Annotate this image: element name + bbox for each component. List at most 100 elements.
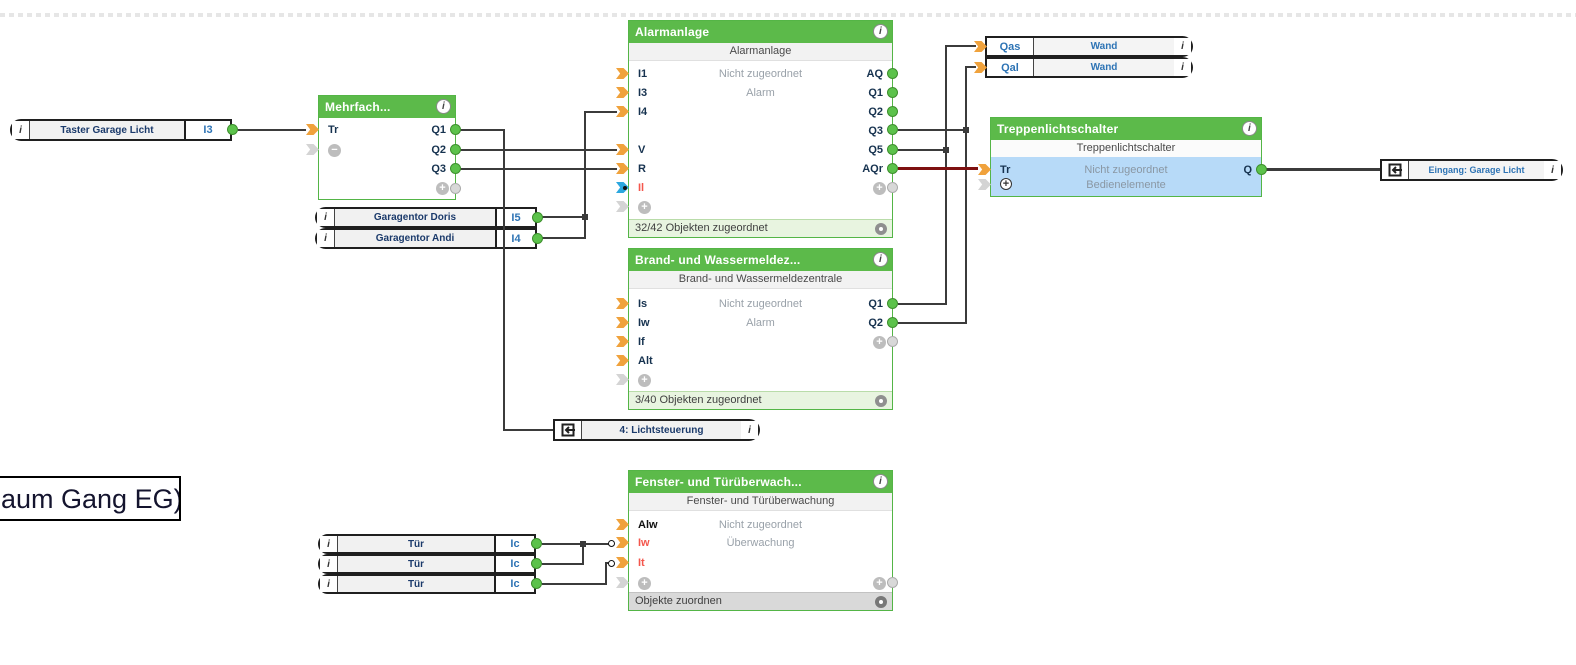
wire-q2-to-v[interactable] [460,149,617,151]
wire-netB-to-qal[interactable] [965,66,976,68]
input-block-tuer-2[interactable]: i Tür Ic [318,554,536,574]
page-ref-lichtsteuerung[interactable]: 4: Lichtsteuerung i [553,419,760,441]
output-connector-q1[interactable] [450,124,461,135]
output-block-qas-wand[interactable]: Qas Wand i [985,36,1193,57]
output-connector-q2[interactable] [450,144,461,155]
info-icon[interactable]: i [320,576,337,592]
input-block-tuer-3[interactable]: i Tür Ic [318,574,536,594]
input-block-tuer-1[interactable]: i Tür Ic [318,534,536,554]
info-icon[interactable]: i [317,209,334,226]
add-input-icon[interactable]: + [638,577,651,590]
wire-netA-vertical[interactable] [945,46,947,305]
add-output-icon[interactable]: + [873,577,886,590]
output-connector[interactable] [532,233,543,244]
output-connector-q3[interactable] [887,124,898,135]
info-icon[interactable]: i [1242,121,1257,136]
add-output-icon[interactable]: + [873,182,886,195]
wire-tuer3-vertical[interactable] [605,562,607,585]
function-block-mehrfach[interactable]: Mehrfach... i Tr − Q1 Q2 Q3 + [318,95,456,200]
wire-alarm-q5-out[interactable] [898,149,947,151]
info-icon[interactable]: i [873,474,888,489]
block-title: Alarmanlage [635,25,710,39]
input-block-taster-garage-licht[interactable]: i Taster Garage Licht I3 [10,119,232,141]
output-block-qal-wand[interactable]: Qal Wand i [985,57,1193,78]
function-block-treppenlichtschalter[interactable]: Treppenlichtschalter i Treppenlichtschal… [990,117,1262,197]
add-output-icon[interactable]: + [436,182,449,195]
output-connector-unused[interactable] [887,577,898,588]
output-connector-aq[interactable] [887,68,898,79]
connector-dot [623,186,627,190]
output-connector-q[interactable] [1256,164,1267,175]
block-title: Mehrfach... [325,100,391,114]
page-ref-eingang-garage-licht[interactable]: Eingang: Garage Licht i [1380,159,1563,181]
add-output-icon[interactable]: + [873,336,886,349]
output-connector-unused[interactable] [887,182,898,193]
wire-tuer1-to-iw[interactable] [542,543,610,545]
wire-brand-q2-out[interactable] [898,322,967,324]
wire-aqr-to-treppe[interactable] [898,167,978,170]
room-annotation-text: aum Gang EG) [1,484,181,514]
info-icon[interactable]: i [1544,161,1561,179]
output-connector-unused[interactable] [450,183,461,194]
assignment-count: Objekte zuordnen [635,595,722,607]
wire-tuer2-out[interactable] [542,563,584,565]
input-port: Ic [494,556,534,572]
wire-q3-to-r[interactable] [460,168,617,170]
info-icon[interactable]: i [873,252,888,267]
wire-taster-to-tr[interactable] [238,129,306,131]
settings-icon[interactable] [875,223,887,235]
info-icon[interactable]: i [1174,38,1191,55]
info-icon[interactable]: i [873,24,888,39]
block-category: Alarm [746,87,775,99]
function-block-brandmeldezentrale[interactable]: Brand- und Wassermeldez... i Brand- und … [628,248,893,410]
output-connector-aqr[interactable] [887,163,898,174]
output-connector-unused[interactable] [887,336,898,347]
output-connector[interactable] [531,538,542,549]
info-icon[interactable]: i [12,121,29,139]
wire-to-lichtsteuerung[interactable] [503,429,553,431]
settings-icon[interactable] [875,596,887,608]
io-label-i1: I1 [638,68,648,80]
wire-q1-vertical[interactable] [503,129,505,430]
add-input-icon[interactable]: + [638,201,651,214]
assignment-count: 3/40 Objekten zugeordnet [635,394,762,406]
info-icon[interactable]: i [317,230,334,247]
output-connector[interactable] [227,124,238,135]
wire-doris-out[interactable] [541,216,585,218]
output-connector-q1[interactable] [887,298,898,309]
wire-to-i4[interactable] [584,111,617,113]
info-icon[interactable]: i [1174,59,1191,76]
output-connector-q5[interactable] [887,144,898,155]
wire-q1-out[interactable] [460,129,505,131]
wire-netB-vertical[interactable] [965,67,967,324]
add-input-icon[interactable]: + [638,374,651,387]
function-block-alarmanlage[interactable]: Alarmanlage i Alarmanlage Nicht zugeordn… [628,20,893,238]
settings-icon[interactable] [875,395,887,407]
output-connector[interactable] [532,212,543,223]
input-port: Ic [494,536,534,552]
wire-netA-to-qas[interactable] [945,45,976,47]
info-icon[interactable]: i [741,421,758,439]
output-connector-q1[interactable] [887,87,898,98]
block-category: Bedienelemente [1086,179,1166,191]
output-connector-q2[interactable] [887,106,898,117]
output-connector-q3[interactable] [450,163,461,174]
info-icon[interactable]: i [436,99,451,114]
io-label-q1: Q1 [868,298,883,310]
wire-q-to-eingang[interactable] [1266,168,1380,171]
diagram-canvas[interactable]: i Taster Garage Licht I3 i Garagentor Do… [0,0,1576,665]
remove-input-icon[interactable]: − [328,144,341,157]
wire-andi-out[interactable] [541,237,585,239]
output-connector-q2[interactable] [887,317,898,328]
io-label-q2: Q2 [431,144,446,156]
function-block-fensterueberwachung[interactable]: Fenster- und Türüberwach... i Fenster- u… [628,470,893,611]
output-connector[interactable] [531,558,542,569]
room-annotation[interactable]: aum Gang EG) [0,476,181,521]
info-icon[interactable]: i [320,556,337,572]
output-connector[interactable] [531,578,542,589]
wire-alarm-q3-out[interactable] [898,129,967,131]
wire-brand-q1-out[interactable] [898,303,947,305]
info-icon[interactable]: i [320,536,337,552]
io-label-iw: Iw [638,317,650,329]
wire-tuer3-out[interactable] [542,583,607,585]
